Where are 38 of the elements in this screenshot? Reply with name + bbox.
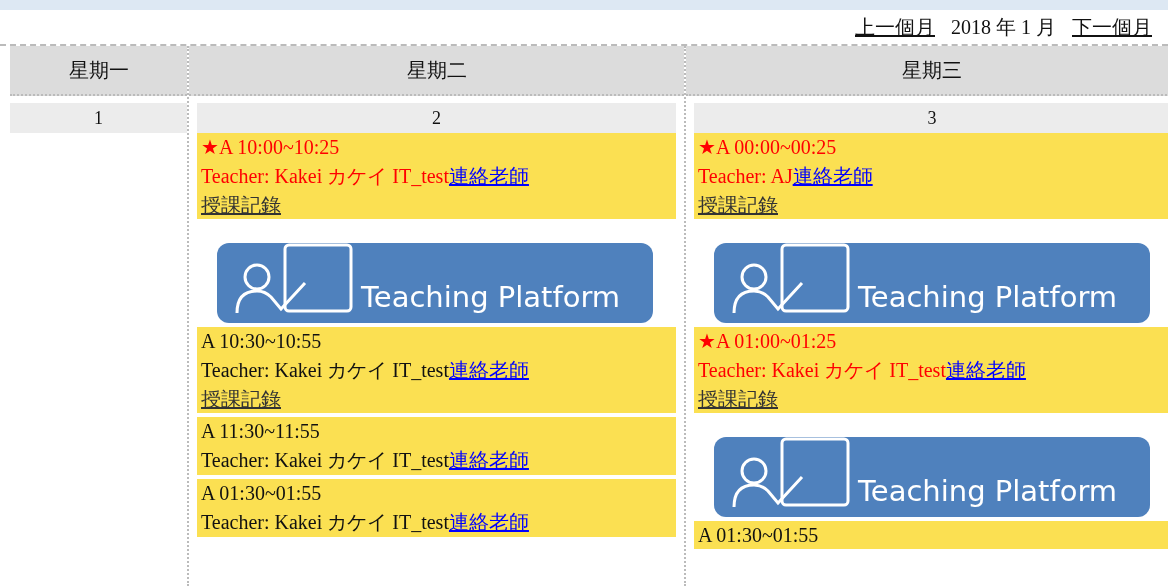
teacher-name: Teacher: Kakei カケイ IT_test xyxy=(201,358,449,383)
contact-teacher-link[interactable]: 連絡老師 xyxy=(448,355,529,385)
contact-teacher-link[interactable]: 連絡老師 xyxy=(448,445,529,475)
teaching-platform-button[interactable]: Teaching Platform xyxy=(217,243,653,323)
lesson-time: A 01:30~01:55 xyxy=(201,481,323,506)
teacher-name: Teacher: AJ xyxy=(698,164,793,189)
teacher-name: Teacher: Kakei カケイ IT_test xyxy=(201,448,449,473)
weekday-header: 星期一 xyxy=(10,46,187,96)
weekday-header: 星期二 xyxy=(189,46,684,96)
teacher-name: Teacher: Kakei カケイ IT_test xyxy=(201,164,449,189)
lesson-time: A 10:30~10:55 xyxy=(201,329,323,354)
lesson-time: ★A 00:00~00:25 xyxy=(698,135,838,160)
next-month-link[interactable]: 下一個月 xyxy=(1072,12,1152,42)
teaching-platform-button[interactable]: Teaching Platform xyxy=(714,437,1150,517)
day-number: 3 xyxy=(694,103,1168,133)
teacher-name: Teacher: Kakei カケイ IT_test xyxy=(201,510,449,535)
lesson-time: A 01:30~01:55 xyxy=(698,523,820,548)
day-number: 1 xyxy=(10,103,187,133)
lesson-time: ★A 01:00~01:25 xyxy=(698,329,838,354)
lesson-record-link[interactable]: 授課記錄 xyxy=(201,385,281,413)
teacher-board-icon xyxy=(730,437,850,509)
contact-teacher-link[interactable]: 連絡老師 xyxy=(792,161,873,191)
current-month: 2018 年 1 月 xyxy=(951,15,1056,40)
lesson-time: ★A 10:00~10:25 xyxy=(201,135,341,160)
teacher-name: Teacher: Kakei カケイ IT_test xyxy=(698,358,946,383)
contact-teacher-link[interactable]: 連絡老師 xyxy=(448,161,529,191)
previous-month-link[interactable]: 上一個月 xyxy=(855,12,935,42)
contact-teacher-link[interactable]: 連絡老師 xyxy=(448,507,529,537)
lesson-time: A 11:30~11:55 xyxy=(201,419,321,444)
lesson-record-link[interactable]: 授課記錄 xyxy=(698,191,778,219)
lesson-record-link[interactable]: 授課記錄 xyxy=(201,191,281,219)
day-number: 2 xyxy=(197,103,676,133)
teacher-board-icon xyxy=(730,243,850,315)
teacher-board-icon xyxy=(233,243,353,315)
teaching-platform-button[interactable]: Teaching Platform xyxy=(714,243,1150,323)
weekday-header: 星期三 xyxy=(686,46,1168,96)
lesson-record-link[interactable]: 授課記錄 xyxy=(698,385,778,413)
contact-teacher-link[interactable]: 連絡老師 xyxy=(945,355,1026,385)
